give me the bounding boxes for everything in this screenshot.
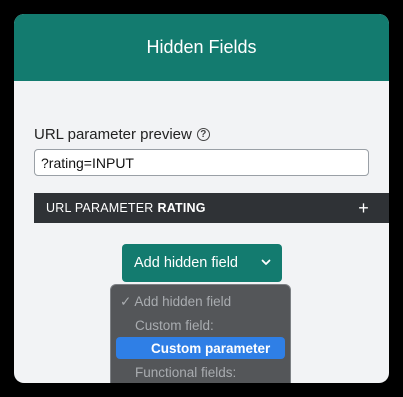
hidden-fields-panel: Hidden Fields URL parameter preview ? UR… bbox=[14, 14, 389, 383]
dropdown-option-custom-parameter[interactable]: Custom parameter bbox=[116, 337, 285, 359]
add-hidden-field-label: Add hidden field bbox=[134, 255, 238, 271]
dropdown-group-functional-fields: Functional fields: bbox=[135, 365, 237, 380]
add-hidden-field-select[interactable]: Add hidden field bbox=[122, 244, 282, 282]
param-label-name: RATING bbox=[157, 201, 206, 215]
param-label-prefix: URL PARAMETER bbox=[46, 201, 154, 215]
plus-icon[interactable]: + bbox=[358, 199, 369, 217]
url-preview-label: URL parameter preview bbox=[34, 126, 192, 143]
url-preview-label-row: URL parameter preview ? bbox=[34, 126, 210, 143]
chevron-down-icon bbox=[261, 259, 271, 265]
panel-header: Hidden Fields bbox=[14, 14, 389, 81]
panel-title: Hidden Fields bbox=[146, 37, 257, 57]
help-icon[interactable]: ? bbox=[196, 128, 210, 141]
hidden-field-dropdown-menu: ✓ Add hidden field Custom field: Custom … bbox=[110, 284, 291, 383]
url-parameter-rating-section[interactable]: URL PARAMETER RATING + bbox=[34, 193, 389, 223]
dropdown-option-add-hidden-field[interactable]: ✓ Add hidden field bbox=[120, 294, 231, 310]
dropdown-group-custom-field: Custom field: bbox=[135, 318, 214, 333]
url-preview-input[interactable] bbox=[34, 149, 369, 176]
